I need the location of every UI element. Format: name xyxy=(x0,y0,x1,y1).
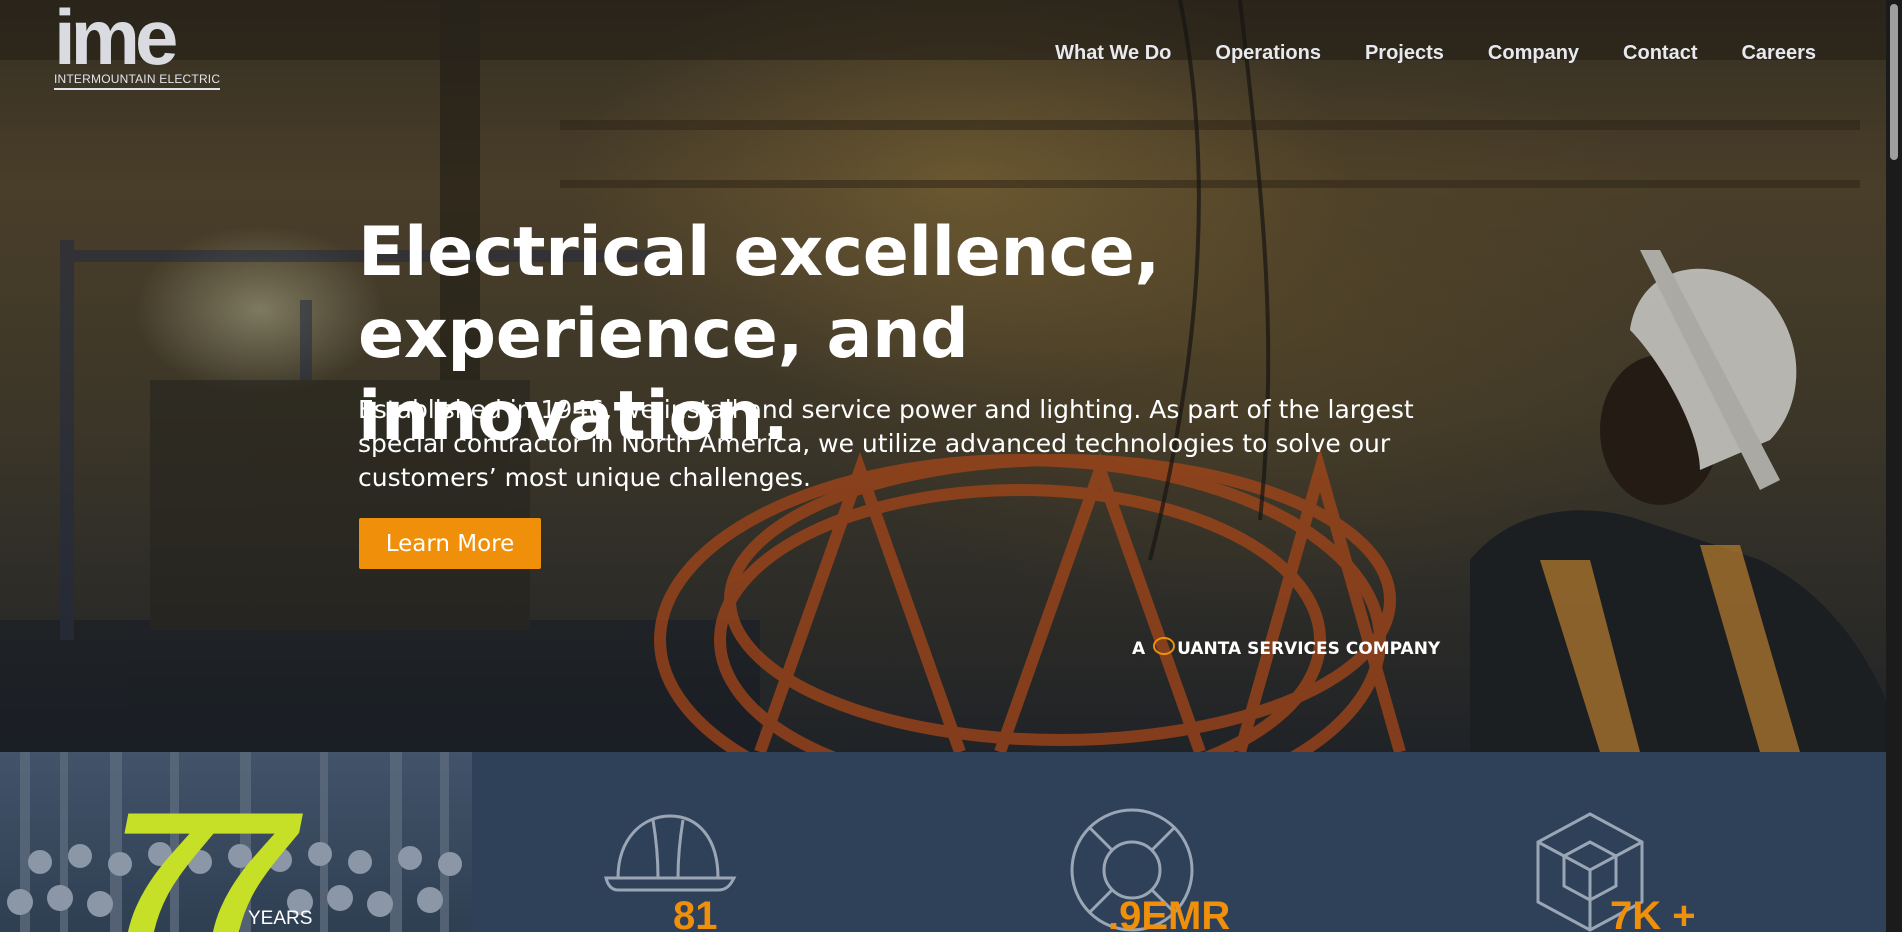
parent-company-badge[interactable]: A UANTA SERVICES COMPANY xyxy=(1132,637,1440,659)
hard-hat-icon xyxy=(604,814,737,892)
logo-company-name: INTERMOUNTAIN ELECTRIC xyxy=(54,72,221,90)
stats-section: 77 YEARS 81 .9EMR 7K + xyxy=(0,752,1886,932)
stat-safety-value: 81 xyxy=(673,894,718,932)
nav-what-we-do[interactable]: What We Do xyxy=(1055,42,1171,65)
nav-operations[interactable]: Operations xyxy=(1215,42,1321,65)
nav-careers[interactable]: Careers xyxy=(1741,42,1816,65)
logo-name-right: ELECTRIC xyxy=(159,72,221,86)
stat-safety: 81 xyxy=(598,752,838,932)
stat-emr: .9EMR xyxy=(1068,752,1308,932)
quanta-q-icon xyxy=(1153,637,1176,655)
logo[interactable]: ime INTERMOUNTAIN ELECTRIC xyxy=(54,0,234,90)
hero-headline-line1: Electrical excellence, xyxy=(358,213,1160,292)
stat-projects-value: 7K + xyxy=(1610,894,1696,932)
nav-projects[interactable]: Projects xyxy=(1365,42,1444,65)
main-nav: What We Do Operations Projects Company C… xyxy=(1055,42,1816,65)
stat-projects: 7K + xyxy=(1530,752,1770,932)
logo-mark: ime xyxy=(54,0,178,81)
logo-name-left: INTERMOUNTAIN xyxy=(54,72,156,86)
page-scrollbar[interactable] xyxy=(1886,0,1902,932)
nav-company[interactable]: Company xyxy=(1488,42,1579,65)
parent-company-name: UANTA SERVICES COMPANY xyxy=(1177,639,1441,659)
years-label: YEARS xyxy=(248,908,313,929)
scrollbar-thumb[interactable] xyxy=(1890,4,1898,160)
crew-photo-panel: 77 YEARS xyxy=(0,752,472,932)
hero-description: Established in 1946, we install and serv… xyxy=(358,395,1414,492)
nav-contact[interactable]: Contact xyxy=(1623,42,1697,65)
parent-company-prefix: A xyxy=(1132,639,1146,659)
hero-section: ime INTERMOUNTAIN ELECTRIC What We Do Op… xyxy=(0,0,1886,752)
stat-emr-value: .9EMR xyxy=(1108,894,1231,932)
learn-more-button[interactable]: Learn More xyxy=(359,518,541,569)
